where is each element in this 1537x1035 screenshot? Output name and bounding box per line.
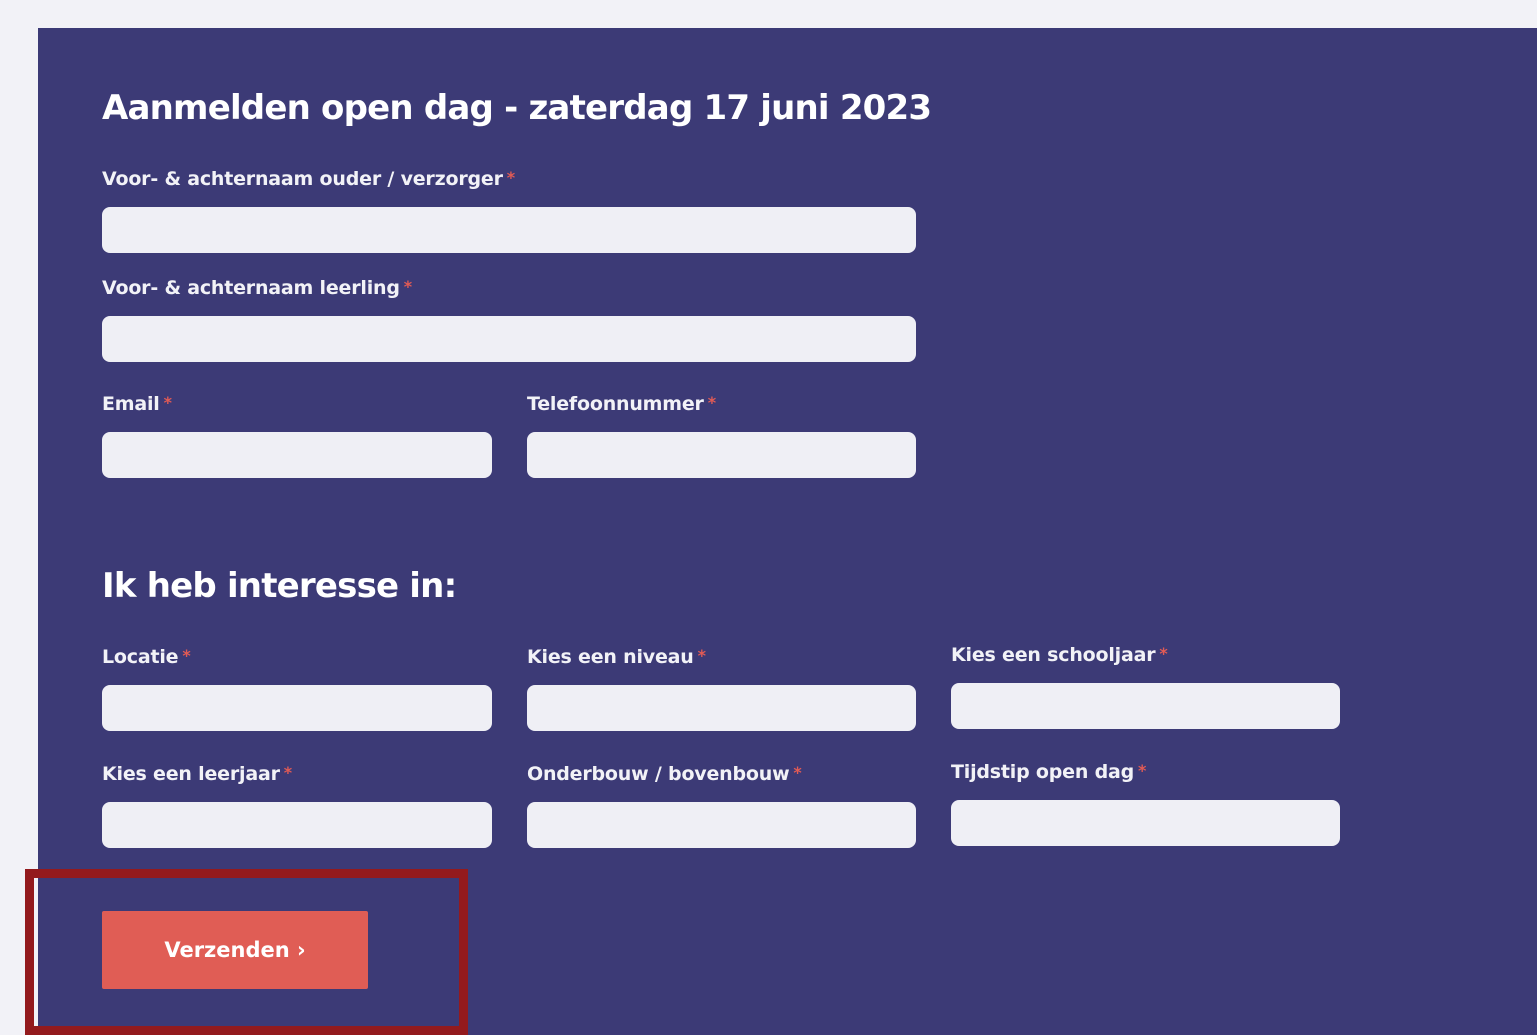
- required-marker: *: [1138, 761, 1147, 780]
- time-input[interactable]: [951, 800, 1340, 846]
- phone-label-text: Telefoonnummer: [527, 393, 704, 415]
- school-year-label-text: Kies een schooljaar: [951, 644, 1156, 666]
- location-label: Locatie *: [102, 646, 191, 668]
- location-input[interactable]: [102, 685, 492, 731]
- parent-name-label: Voor- & achternaam ouder / verzorger *: [102, 168, 515, 190]
- required-marker: *: [506, 168, 515, 187]
- interest-heading: Ik heb interesse in:: [102, 566, 457, 606]
- student-name-label-text: Voor- & achternaam leerling: [102, 277, 400, 299]
- parent-name-input[interactable]: [102, 207, 916, 253]
- location-label-text: Locatie: [102, 646, 179, 668]
- stage-label-text: Onderbouw / bovenbouw: [527, 763, 790, 785]
- form-panel: Aanmelden open dag - zaterdag 17 juni 20…: [38, 28, 1537, 1035]
- required-marker: *: [793, 763, 802, 782]
- required-marker: *: [163, 393, 172, 412]
- required-marker: *: [707, 393, 716, 412]
- required-marker: *: [182, 646, 191, 665]
- time-label: Tijdstip open dag *: [951, 761, 1146, 783]
- stage-label: Onderbouw / bovenbouw *: [527, 763, 802, 785]
- time-label-text: Tijdstip open dag: [951, 761, 1135, 783]
- parent-name-label-text: Voor- & achternaam ouder / verzorger: [102, 168, 503, 190]
- phone-input[interactable]: [527, 432, 916, 478]
- phone-label: Telefoonnummer *: [527, 393, 716, 415]
- school-year-label: Kies een schooljaar *: [951, 644, 1168, 666]
- email-label: Email *: [102, 393, 172, 415]
- grade-input[interactable]: [102, 802, 492, 848]
- level-label-text: Kies een niveau: [527, 646, 694, 668]
- submit-button[interactable]: Verzenden ›: [102, 911, 368, 989]
- required-marker: *: [697, 646, 706, 665]
- level-input[interactable]: [527, 685, 916, 731]
- student-name-label: Voor- & achternaam leerling *: [102, 277, 412, 299]
- level-label: Kies een niveau *: [527, 646, 706, 668]
- email-label-text: Email: [102, 393, 160, 415]
- required-marker: *: [283, 763, 292, 782]
- school-year-input[interactable]: [951, 683, 1340, 729]
- student-name-input[interactable]: [102, 316, 916, 362]
- grade-label: Kies een leerjaar *: [102, 763, 292, 785]
- form-title: Aanmelden open dag - zaterdag 17 juni 20…: [102, 88, 932, 128]
- email-input[interactable]: [102, 432, 492, 478]
- stage-input[interactable]: [527, 802, 916, 848]
- grade-label-text: Kies een leerjaar: [102, 763, 280, 785]
- required-marker: *: [403, 277, 412, 296]
- required-marker: *: [1159, 644, 1168, 663]
